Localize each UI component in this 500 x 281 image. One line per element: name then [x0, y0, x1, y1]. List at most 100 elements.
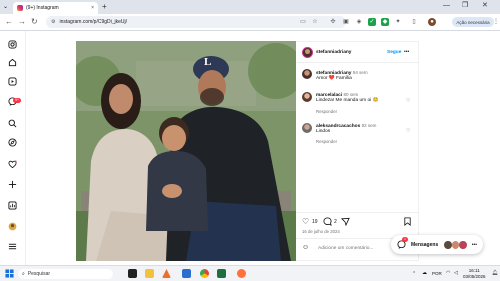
post-details-panel: stefanniadriany Segue ••• stefanniadrian… — [296, 41, 419, 261]
extension-icon[interactable]: ✣ — [329, 18, 337, 26]
cloud-icon[interactable]: ☁ — [422, 270, 427, 276]
clock-date: 03/05/2026 — [463, 273, 486, 279]
site-info-icon[interactable]: ⚙ — [51, 19, 55, 25]
author-username[interactable]: stefanniadriany — [316, 50, 351, 55]
more-dots-icon: ••• — [471, 241, 477, 248]
caption-avatar[interactable] — [302, 69, 312, 79]
update-required-button[interactable]: Ação necessária — [452, 17, 494, 27]
add-comment-input[interactable]: Adicione um comentário... — [318, 246, 373, 251]
wifi-icon[interactable]: ◠ — [446, 270, 450, 276]
instagram-logo-icon[interactable] — [8, 40, 17, 49]
minimize-button[interactable]: — — [443, 2, 450, 10]
forward-icon[interactable]: → — [18, 17, 26, 26]
like-icon[interactable]: ♡ — [302, 217, 309, 226]
actions-divider — [296, 212, 419, 213]
tab-close-icon[interactable]: × — [91, 5, 94, 11]
profile-avatar-icon[interactable] — [8, 222, 17, 231]
comment-time: 92 sem — [361, 123, 377, 128]
cast-icon[interactable]: ▭ — [299, 18, 307, 26]
url-text: instagram.com/p/C9gDi_jkeUj/ — [59, 19, 128, 25]
post-date: 16 de julho de 2024 — [302, 229, 340, 234]
contact-avatar — [459, 240, 467, 249]
dashboard-icon[interactable] — [8, 201, 17, 210]
extension-icon[interactable]: ◈ — [355, 18, 363, 26]
emoji-icon[interactable]: ☺ — [302, 244, 309, 252]
volume-icon[interactable]: ◁ — [454, 270, 458, 276]
share-icon[interactable] — [340, 217, 350, 227]
reels-icon[interactable] — [8, 77, 17, 86]
back-icon[interactable]: ← — [5, 17, 13, 26]
comment-like-icon[interactable]: ♡ — [406, 98, 410, 104]
more-menu-icon[interactable] — [8, 242, 17, 251]
extension-icon[interactable]: ▣ — [342, 18, 350, 26]
task-view-icon[interactable] — [128, 269, 137, 278]
profile-avatar-icon[interactable]: ● — [428, 18, 436, 26]
maximize-button[interactable]: ❐ — [462, 2, 468, 10]
messenger-icon: 1 — [397, 237, 408, 249]
comment-avatar[interactable] — [302, 123, 312, 133]
tab-search-icon[interactable]: ⌄ — [3, 3, 8, 10]
notifications-icon[interactable]: 🔔︎ — [492, 270, 498, 276]
reply-button[interactable]: Responder — [316, 109, 337, 114]
notification-badge: 9+ — [13, 98, 21, 103]
caption-text: Amor ❤️ Família — [316, 76, 352, 81]
search-icon[interactable] — [8, 119, 17, 128]
create-icon[interactable] — [8, 180, 17, 189]
tab-instagram[interactable]: (9+) Instagram × — [13, 2, 98, 14]
instagram-favicon-icon — [17, 5, 23, 11]
svg-text:L: L — [204, 56, 211, 68]
author-avatar[interactable] — [302, 47, 313, 58]
extensions-puzzle-icon[interactable]: ✦ — [394, 18, 402, 26]
excel-icon[interactable] — [217, 269, 226, 278]
contact-avatar — [451, 240, 460, 249]
sidebar-panel-icon[interactable]: ▯ — [410, 18, 418, 26]
browser-toolbar: ← → ↻ ⚙ instagram.com/p/C9gDi_jkeUj/ ▭ ☆… — [0, 14, 500, 31]
windows-taskbar: ⌕ Pesquisar ⌃ ☁ POR ◠ ◁ 16:11 03/05/2026… — [0, 265, 500, 281]
save-bookmark-icon[interactable] — [403, 217, 412, 226]
extension-green-icon[interactable]: ✓ — [368, 18, 376, 26]
chrome-icon[interactable] — [200, 269, 209, 278]
clock[interactable]: 16:11 03/05/2026 — [463, 268, 486, 279]
tab-title: (9+) Instagram — [26, 5, 59, 11]
comment-like-icon[interactable]: ♡ — [406, 128, 410, 134]
comment-time: 80 sem — [343, 92, 359, 97]
post-photo[interactable]: L — [76, 41, 296, 261]
app-icon[interactable] — [182, 269, 191, 278]
reload-icon[interactable]: ↻ — [31, 17, 38, 26]
vlc-icon[interactable] — [162, 269, 171, 278]
likes-count: 19 — [312, 219, 318, 225]
close-window-button[interactable]: ✕ — [482, 2, 488, 10]
more-options-icon[interactable]: ••• — [404, 49, 409, 55]
comment-icon[interactable] — [323, 217, 332, 226]
extension-green-icon[interactable]: ◆ — [381, 18, 389, 26]
new-tab-button[interactable]: + — [102, 3, 107, 11]
follow-button[interactable]: Segue — [387, 50, 401, 55]
family-photo-image: L — [76, 41, 296, 261]
comment-text: Lindeza! Me manda um oi 😊 — [316, 98, 379, 103]
menu-dots-icon[interactable]: ⋮ — [492, 18, 500, 26]
search-icon: ⌕ — [22, 271, 25, 277]
caption-time: 94 sem — [352, 70, 368, 75]
home-icon[interactable] — [8, 58, 17, 67]
reply-button[interactable]: Responder — [316, 139, 337, 144]
messages-button[interactable]: 1 Mensagens ••• — [391, 235, 483, 254]
taskbar-search-box[interactable]: ⌕ Pesquisar — [18, 269, 113, 279]
language-indicator[interactable]: POR — [432, 271, 442, 276]
comment-avatar[interactable] — [302, 92, 312, 102]
messages-badge: 1 — [402, 237, 408, 242]
instagram-sidebar: 9+ — [0, 31, 26, 265]
tray-chevron-icon[interactable]: ⌃ — [412, 271, 416, 277]
browser-tab-bar: ⌄ (9+) Instagram × + — ❐ ✕ — [0, 0, 500, 14]
file-explorer-icon[interactable] — [145, 269, 154, 278]
firefox-icon[interactable] — [237, 269, 246, 278]
comment-text: Lindos — [316, 129, 331, 134]
header-divider — [296, 62, 419, 63]
taskbar-search-label: Pesquisar — [27, 271, 51, 277]
comments-count: 2 — [334, 219, 337, 225]
messages-label: Mensagens — [411, 241, 439, 248]
contact-avatar — [444, 240, 452, 249]
heart-notifications-icon[interactable] — [8, 160, 17, 169]
explore-icon[interactable] — [8, 138, 17, 147]
windows-start-icon[interactable] — [5, 269, 14, 278]
bookmark-star-icon[interactable]: ☆ — [311, 18, 319, 26]
